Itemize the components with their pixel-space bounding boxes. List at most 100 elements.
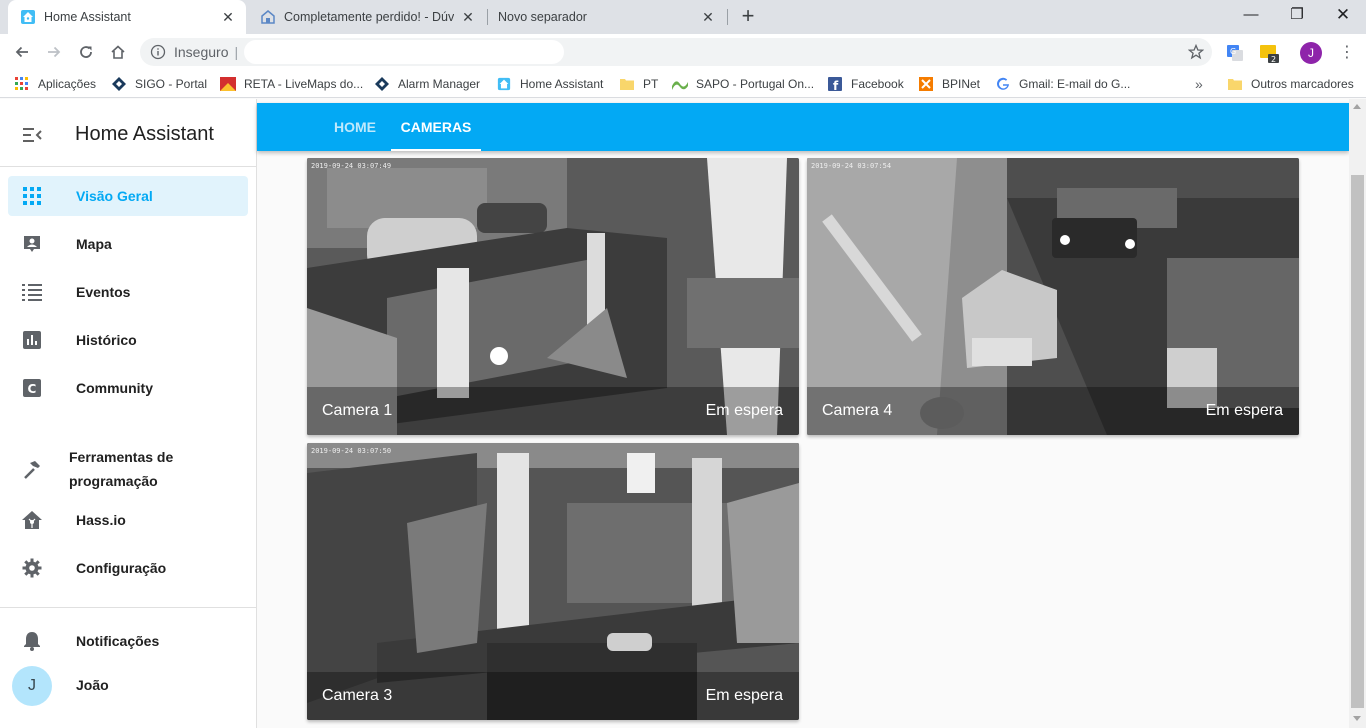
sidebar-item-notificacoes[interactable]: Notificações — [8, 621, 248, 661]
bookmark-apps[interactable]: Aplicações — [14, 74, 96, 94]
bpi-icon — [918, 76, 934, 92]
extension-notes-icon[interactable]: 2 — [1258, 42, 1280, 64]
sidebar-item-user[interactable]: João — [8, 665, 248, 705]
profile-avatar[interactable]: J — [1300, 42, 1322, 64]
sidebar-item-hassio[interactable]: Hass.io — [8, 500, 248, 540]
sidebar-item-eventos[interactable]: Eventos — [8, 272, 248, 312]
tab-home[interactable]: HOME — [323, 103, 387, 151]
camera-card[interactable]: 2019-09-24 03:07:49 Camera 1 Em espera — [307, 158, 799, 435]
home-icon[interactable] — [104, 38, 132, 66]
bookmark-label: BPINet — [942, 77, 981, 91]
hassio-icon — [20, 508, 44, 532]
bookmark-bpinet[interactable]: BPINet — [918, 74, 980, 94]
bookmarks-overflow-icon[interactable]: » — [1195, 74, 1203, 94]
window-close-icon[interactable]: ✕ — [1320, 0, 1366, 30]
bookmark-label: RETA - LiveMaps do... — [244, 77, 364, 91]
browser-tab-forum[interactable]: Completamente perdido! - Dúvid ✕ — [248, 0, 486, 34]
camera-footer: Camera 4 Em espera — [807, 387, 1299, 435]
url-input[interactable] — [244, 40, 565, 64]
tab-title: Novo separador — [498, 10, 587, 24]
bookmark-other[interactable]: Outros marcadores — [1227, 74, 1354, 94]
bookmark-facebook[interactable]: f Facebook — [827, 74, 904, 94]
home-assistant-icon — [496, 76, 512, 92]
forward-arrow-icon[interactable] — [40, 38, 68, 66]
sidebar-divider — [0, 607, 256, 608]
browser-tab-new[interactable]: Novo separador ✕ — [488, 0, 726, 34]
bookmark-sapo[interactable]: SAPO - Portugal On... — [672, 74, 814, 94]
sidebar-item-label: Mapa — [76, 236, 112, 252]
address-separator: | — [234, 44, 239, 60]
bookmark-home-assistant[interactable]: Home Assistant — [496, 74, 603, 94]
bookmarks-bar: Aplicações SIGO - Portal RETA - LiveMaps… — [0, 70, 1366, 98]
minimize-icon[interactable]: — — [1228, 0, 1274, 30]
scrollbar-thumb[interactable] — [1351, 175, 1364, 708]
more-menu-icon[interactable]: ⋮ — [1336, 42, 1358, 64]
scroll-down-arrow-icon[interactable] — [1353, 716, 1361, 721]
sidebar-item-community[interactable]: C Community — [8, 368, 248, 408]
tab-close-icon[interactable]: ✕ — [460, 9, 476, 25]
active-tab-underline — [391, 149, 481, 151]
sidebar-item-mapa[interactable]: Mapa — [8, 224, 248, 264]
bookmark-reta[interactable]: RETA - LiveMaps do... — [220, 74, 363, 94]
forum-favicon-icon — [261, 10, 275, 24]
camera-footer: Camera 1 Em espera — [307, 387, 799, 435]
sidebar-item-label: Hass.io — [76, 512, 126, 528]
bookmark-label: PT — [643, 77, 659, 91]
camera-name: Camera 4 — [822, 402, 893, 419]
camera-card[interactable]: 2019-09-24 03:07:54 Camera 4 Em espera — [807, 158, 1299, 435]
security-label: Inseguro — [174, 44, 229, 60]
sidebar-item-label: Configuração — [76, 560, 167, 576]
camera-state: Em espera — [705, 402, 783, 419]
list-icon — [20, 280, 44, 304]
sidebar-item-historico[interactable]: Histórico — [8, 320, 248, 360]
camera-name: Camera 1 — [322, 402, 393, 419]
tab-close-icon[interactable]: ✕ — [700, 9, 716, 25]
tab-cameras[interactable]: CAMERAS — [391, 103, 481, 151]
apps-icon — [20, 184, 44, 208]
browser-tab-home-assistant[interactable]: Home Assistant ✕ — [8, 0, 246, 34]
reload-icon[interactable] — [72, 38, 100, 66]
svg-text:f: f — [833, 79, 839, 91]
diamond-icon — [111, 76, 127, 92]
sidebar-item-configuracao[interactable]: Configuração — [8, 548, 248, 588]
new-tab-plus-icon[interactable]: + — [737, 5, 759, 28]
sidebar-item-visao-geral[interactable]: Visão Geral — [8, 176, 248, 216]
menu-open-icon[interactable] — [20, 123, 44, 147]
tab-close-icon[interactable]: ✕ — [220, 9, 236, 25]
user-name: João — [76, 677, 109, 693]
sidebar-item-label: Histórico — [76, 332, 137, 348]
restore-icon[interactable]: ❐ — [1274, 0, 1320, 30]
bookmark-label: Gmail: E-mail do G... — [1019, 77, 1131, 91]
folder-icon — [1227, 76, 1243, 92]
browser-toolbar: Inseguro | G 2 J ⋮ — [0, 34, 1366, 70]
svg-text:C: C — [28, 382, 37, 396]
tab-title: Home Assistant — [44, 10, 131, 24]
bookmark-gmail[interactable]: Gmail: E-mail do G... — [995, 74, 1130, 94]
back-arrow-icon[interactable] — [8, 38, 36, 66]
svg-text:G: G — [1230, 47, 1236, 56]
bookmark-folder-pt[interactable]: PT — [619, 74, 658, 94]
ha-app-header: HOME CAMERAS — [257, 103, 1349, 151]
hammer-icon — [20, 457, 44, 481]
sidebar-item-ferramentas[interactable]: Ferramentas de programação — [8, 444, 248, 494]
sidebar-item-label: Notificações — [76, 633, 160, 649]
camera-card[interactable]: 2019-09-24 03:07:50 Camera 3 Em espera — [307, 443, 799, 720]
address-bar[interactable]: Inseguro | — [140, 38, 1212, 66]
apps-grid-icon — [14, 76, 30, 92]
bookmark-label: SIGO - Portal — [135, 77, 208, 91]
bookmark-label: SAPO - Portugal On... — [696, 77, 815, 91]
bookmark-alarm-manager[interactable]: Alarm Manager — [374, 74, 480, 94]
sgr-logo-icon — [220, 76, 236, 92]
chart-box-icon — [20, 328, 44, 352]
scroll-up-arrow-icon[interactable] — [1353, 104, 1361, 109]
sidebar-item-label: Community — [76, 380, 153, 396]
folder-icon — [619, 76, 635, 92]
google-translate-icon[interactable]: G — [1224, 42, 1246, 64]
camera-state: Em espera — [1205, 402, 1283, 419]
diamond-icon — [374, 76, 390, 92]
bookmark-star-icon[interactable] — [1188, 44, 1204, 60]
bookmark-sigo[interactable]: SIGO - Portal — [111, 74, 207, 94]
bookmark-label: Outros marcadores — [1251, 77, 1354, 91]
svg-text:2: 2 — [1271, 55, 1276, 64]
info-icon[interactable] — [150, 44, 166, 60]
